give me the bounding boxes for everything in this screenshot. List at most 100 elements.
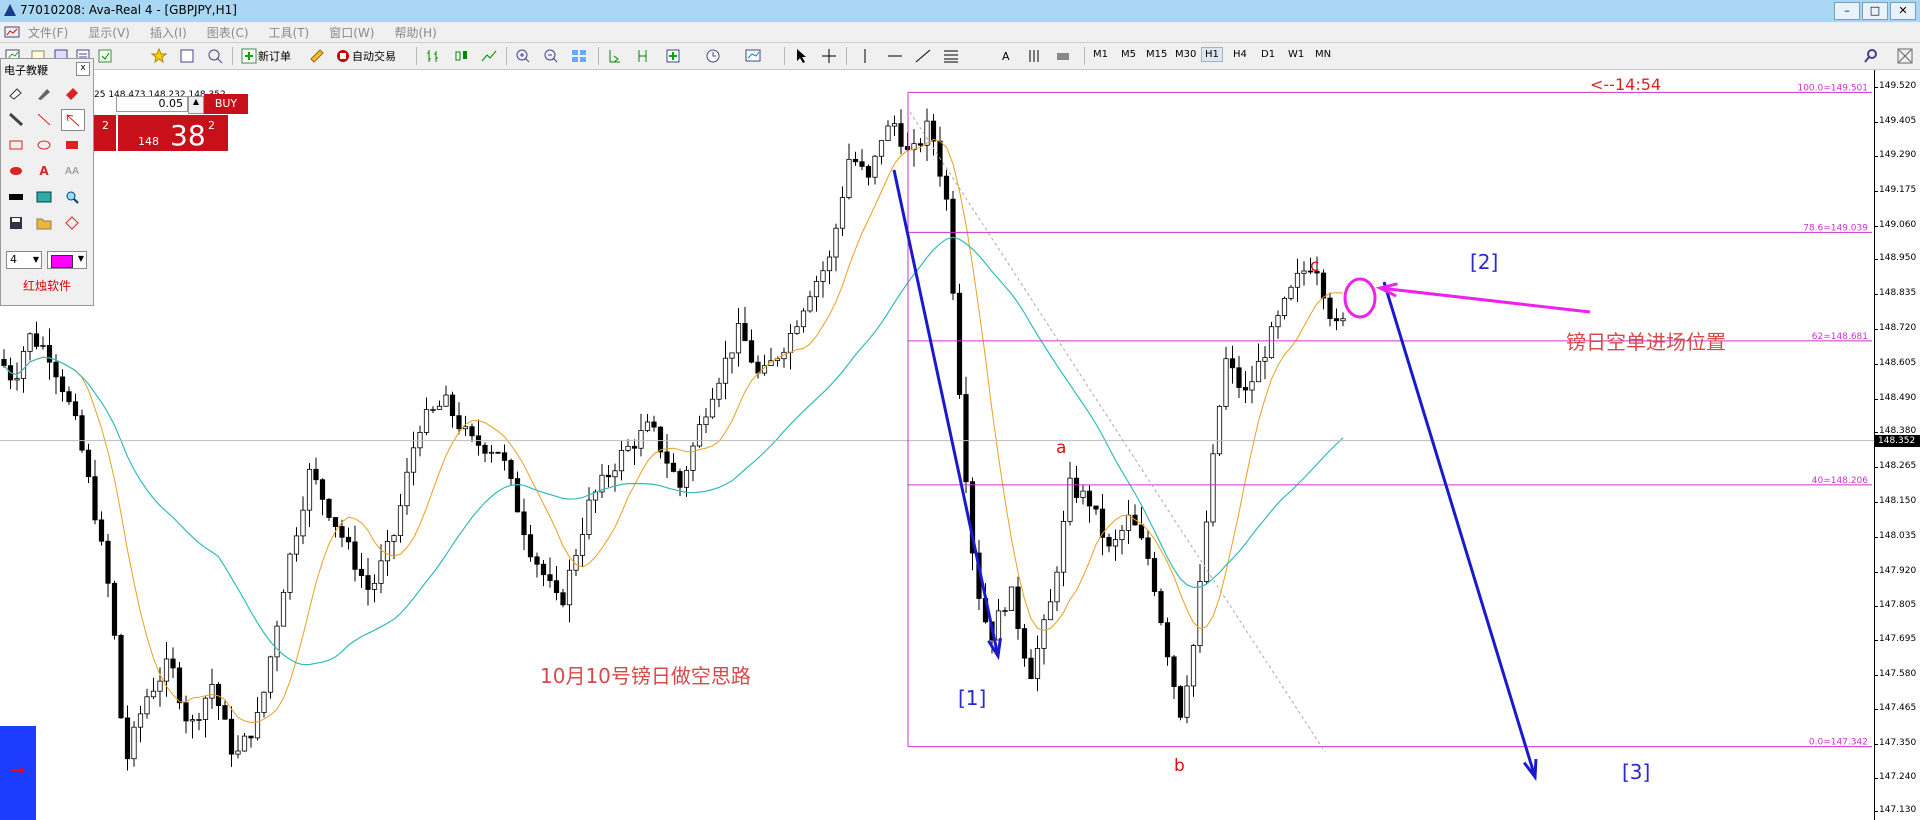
horizontal-line-icon[interactable] — [886, 47, 904, 65]
label-icon[interactable] — [1054, 47, 1072, 65]
save-tool[interactable] — [5, 213, 27, 233]
price-tick-mark — [1875, 363, 1878, 365]
zoom-out-icon[interactable] — [542, 47, 560, 65]
diamond-tool[interactable] — [61, 213, 83, 233]
sell-price-box[interactable]: 2 — [94, 115, 116, 151]
candle-body — [1288, 286, 1294, 299]
candle-body — [612, 470, 618, 478]
auto-scroll-icon[interactable] — [606, 47, 624, 65]
candle-body — [1080, 490, 1086, 498]
bar-chart-icon[interactable] — [424, 47, 442, 65]
periods-icon[interactable] — [704, 47, 722, 65]
crosshair-icon[interactable] — [820, 47, 838, 65]
sell-price-sup: 2 — [102, 119, 109, 132]
text-outline-tool[interactable]: A — [33, 161, 55, 181]
candle-body — [1164, 622, 1171, 658]
timeframe-m5[interactable]: M5 — [1118, 48, 1139, 61]
price-tick-mark — [1875, 571, 1878, 573]
magnifier-tool[interactable] — [61, 187, 83, 207]
strategy-tester-icon[interactable] — [206, 47, 224, 65]
price-axis[interactable]: 149.520 149.405 149.290 149.175 149.060 148.9… — [1874, 70, 1920, 820]
price-chart[interactable]: 100.0=149.501 78.6=149.039 62=148.681 40=14… — [0, 70, 1874, 820]
rectangle-filled-icon — [66, 141, 78, 149]
timeframe-m15[interactable]: M15 — [1143, 48, 1170, 61]
timeframe-h4[interactable]: H4 — [1230, 48, 1250, 61]
candle-body — [27, 333, 33, 352]
trendline-icon[interactable] — [914, 47, 932, 65]
line-chart-icon[interactable] — [480, 47, 498, 65]
panel-close-button[interactable]: x — [76, 62, 90, 76]
rectangle-filled-tool[interactable] — [61, 135, 83, 155]
toolbar: 新订单 自动交易 A M1 M5 M15 M30 H1 H4 D1 W1 MN — [0, 43, 1920, 70]
maximize-button[interactable]: □ — [1862, 2, 1888, 20]
minimize-button[interactable]: – — [1834, 2, 1860, 20]
text-tool-button[interactable]: A — [1002, 47, 1010, 65]
text-size-tool[interactable]: AA — [61, 161, 83, 181]
candle-body — [1093, 505, 1099, 510]
tile-windows-icon[interactable] — [570, 47, 588, 65]
menu-insert[interactable]: 插入(I) — [142, 24, 199, 41]
lot-spinner[interactable]: ▲ — [188, 96, 204, 114]
chart-window-icon[interactable] — [4, 25, 20, 39]
rectangle-outline-tool[interactable] — [5, 135, 27, 155]
chart-shift-icon[interactable] — [634, 47, 652, 65]
timeframe-m1[interactable]: M1 — [1090, 48, 1111, 61]
ellipse-outline-tool[interactable] — [33, 135, 55, 155]
open-tool[interactable] — [33, 213, 55, 233]
line-tool[interactable] — [33, 109, 55, 129]
new-order-button[interactable]: 新订单 — [240, 47, 291, 65]
highlight-bar-tool[interactable] — [5, 187, 27, 207]
pen-tool[interactable] — [33, 83, 55, 103]
lot-size-input[interactable]: 0.05 — [116, 96, 188, 112]
fibonacci-retracement[interactable]: 100.0=149.501 78.6=149.039 62=148.681 40=14… — [907, 83, 1872, 748]
candle-body — [456, 415, 462, 430]
candle-body — [1177, 686, 1184, 718]
community-icon[interactable] — [1896, 47, 1914, 65]
terminal-icon[interactable] — [178, 47, 196, 65]
templates-icon[interactable] — [744, 47, 762, 65]
arrow-tool[interactable] — [61, 109, 85, 131]
save-icon — [10, 217, 22, 229]
auto-trading-button[interactable]: 自动交易 — [334, 47, 396, 65]
menu-help[interactable]: 帮助(H) — [386, 24, 448, 41]
search-icon[interactable] — [1862, 47, 1880, 65]
menu-file[interactable]: 文件(F) — [20, 24, 80, 41]
menu-window[interactable]: 窗口(W) — [321, 24, 386, 41]
candle-body — [1073, 477, 1080, 498]
candlestick-icon[interactable] — [452, 47, 470, 65]
eraser-tool[interactable] — [5, 83, 27, 103]
meta-editor-icon[interactable] — [308, 47, 326, 65]
wave-2-label: [2] — [1470, 250, 1499, 274]
buy-price-box[interactable]: 148 38 2 — [118, 115, 228, 152]
cursor-icon[interactable] — [792, 47, 810, 65]
navigator-icon[interactable] — [96, 47, 114, 65]
period-separator-icon[interactable] — [1026, 47, 1044, 65]
menu-charts[interactable]: 图表(C) — [199, 24, 261, 41]
chart-window[interactable]: 100.0=149.501 78.6=149.039 62=148.681 40=14… — [0, 70, 1920, 820]
timeframe-w1[interactable]: W1 — [1285, 48, 1307, 61]
candle-body — [1216, 405, 1223, 455]
timeframe-d1[interactable]: D1 — [1258, 48, 1278, 61]
menu-view[interactable]: 显示(V) — [80, 24, 142, 41]
star-icon[interactable] — [150, 47, 168, 65]
magnifier-icon — [66, 191, 79, 204]
screen-tool[interactable] — [33, 187, 55, 207]
fibonacci-icon[interactable] — [942, 47, 960, 65]
buy-button[interactable]: BUY — [204, 94, 248, 114]
timeframe-m30[interactable]: M30 — [1172, 48, 1199, 61]
candle-body — [46, 345, 53, 363]
color-select[interactable]: ▼ — [47, 251, 87, 269]
line-width-select[interactable]: 4 ▼ — [6, 251, 42, 269]
timeframe-mn[interactable]: MN — [1312, 48, 1334, 61]
zoom-in-icon[interactable] — [514, 47, 532, 65]
close-button[interactable]: ✕ — [1890, 2, 1916, 20]
ellipse-filled-tool[interactable] — [5, 161, 27, 181]
candle-body — [397, 505, 404, 537]
timeframe-h1[interactable]: H1 — [1201, 47, 1223, 62]
marker-tool[interactable] — [5, 109, 27, 129]
price-tick-label: 147.130 — [1879, 804, 1917, 815]
indicators-icon[interactable] — [664, 47, 682, 65]
clear-all-tool[interactable] — [61, 83, 83, 103]
vertical-line-icon[interactable] — [856, 47, 874, 65]
menu-tools[interactable]: 工具(T) — [261, 24, 322, 41]
